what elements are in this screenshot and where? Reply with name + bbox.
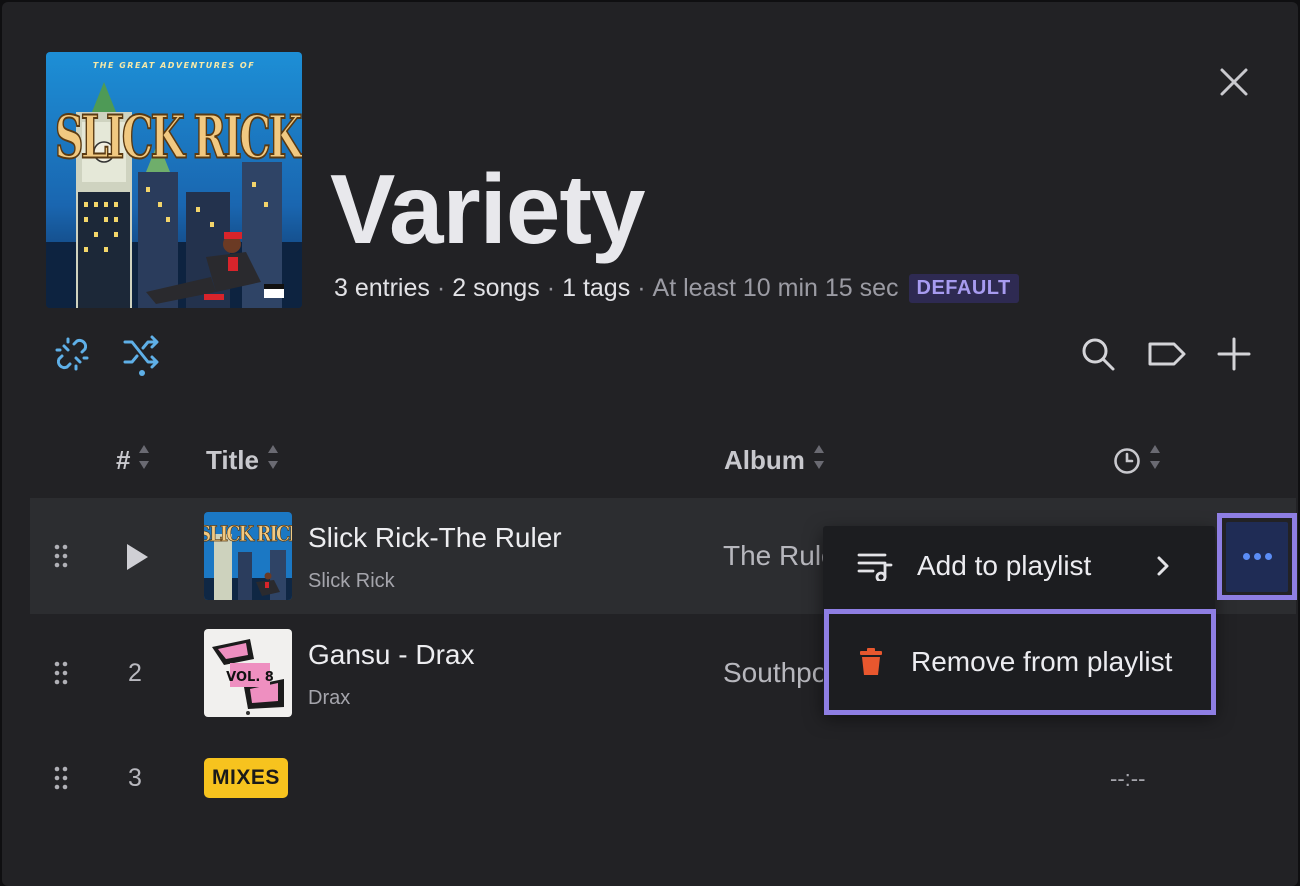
shuffle-button[interactable] xyxy=(120,332,164,376)
track-album[interactable]: The Rule xyxy=(723,540,837,572)
track-number: 3 xyxy=(128,764,142,792)
svg-text:SLICK RICK: SLICK RICK xyxy=(204,520,292,546)
search-icon xyxy=(1082,338,1115,371)
drag-handle-icon[interactable] xyxy=(52,659,70,687)
track-number: 2 xyxy=(128,659,142,687)
column-number-header[interactable]: # xyxy=(116,442,150,479)
sort-icon xyxy=(813,442,825,479)
play-button[interactable] xyxy=(124,542,150,577)
unlink-button[interactable] xyxy=(50,332,94,376)
track-album[interactable]: Southpo xyxy=(723,657,827,689)
more-options-button[interactable] xyxy=(1217,513,1297,600)
play-icon xyxy=(127,544,148,570)
tag-button[interactable] xyxy=(1145,332,1189,376)
column-duration-header[interactable] xyxy=(1113,442,1161,479)
playlist-panel: THE GREAT ADVENTURES OF SLICK RICK Varie… xyxy=(2,2,1298,886)
column-album-header[interactable]: Album xyxy=(724,442,825,479)
playlist-cover-art: THE GREAT ADVENTURES OF SLICK RICK xyxy=(46,52,302,308)
track-duration: --:-- xyxy=(1110,766,1146,791)
sort-icon xyxy=(267,442,279,479)
drag-handle-icon[interactable] xyxy=(52,764,70,792)
search-button[interactable] xyxy=(1076,332,1120,376)
svg-text:SLICK RICK: SLICK RICK xyxy=(55,102,302,171)
close-button[interactable] xyxy=(1214,62,1254,102)
context-menu: Add to playlist Remove from playlist xyxy=(823,526,1216,715)
playlist-title: Variety xyxy=(330,154,645,264)
shuffle-icon xyxy=(123,335,159,376)
track-title[interactable]: Gansu - Drax xyxy=(308,639,475,671)
track-thumbnail: SLICK RICK xyxy=(204,512,292,600)
plus-icon xyxy=(1217,337,1251,371)
clock-icon xyxy=(1114,447,1140,474)
default-badge: DEFAULT xyxy=(908,274,1019,303)
track-title[interactable]: Slick Rick-The Ruler xyxy=(308,522,562,554)
track-artist[interactable]: Slick Rick xyxy=(308,570,395,593)
close-icon xyxy=(1220,68,1248,96)
svg-text:VOL. 8: VOL. 8 xyxy=(226,670,274,685)
tags-count: 1 tags xyxy=(562,274,631,302)
mixes-tag[interactable]: MIXES xyxy=(204,758,288,798)
playlist-duration: At least 10 min 15 sec xyxy=(652,274,899,302)
add-button[interactable] xyxy=(1212,332,1256,376)
tag-icon xyxy=(1148,342,1186,366)
entries-count: 3 entries xyxy=(334,274,430,302)
drag-handle-icon[interactable] xyxy=(52,542,70,570)
add-to-playlist-menu-item[interactable]: Add to playlist xyxy=(823,526,1215,606)
track-row[interactable]: 3 MIXES --:-- xyxy=(30,730,1296,820)
remove-from-playlist-label: Remove from playlist xyxy=(911,646,1173,677)
more-dots-icon xyxy=(1226,521,1288,592)
playlist-meta: 3 entries · 2 songs · 1 tags · At least … xyxy=(334,274,1019,303)
songs-count: 2 songs xyxy=(452,274,540,302)
track-artist[interactable]: Drax xyxy=(308,687,350,710)
track-thumbnail: VOL. 8 xyxy=(204,629,292,717)
broken-link-icon xyxy=(55,337,89,371)
svg-text:THE GREAT ADVENTURES OF: THE GREAT ADVENTURES OF xyxy=(93,61,255,70)
column-title-header[interactable]: Title xyxy=(206,442,279,479)
playlist-add-icon xyxy=(857,551,893,581)
add-to-playlist-label: Add to playlist xyxy=(917,550,1092,581)
sort-icon xyxy=(1149,442,1161,479)
trash-icon xyxy=(859,648,883,676)
sort-icon xyxy=(138,442,150,479)
chevron-right-icon xyxy=(1155,554,1171,578)
remove-from-playlist-menu-item[interactable]: Remove from playlist xyxy=(824,609,1216,715)
